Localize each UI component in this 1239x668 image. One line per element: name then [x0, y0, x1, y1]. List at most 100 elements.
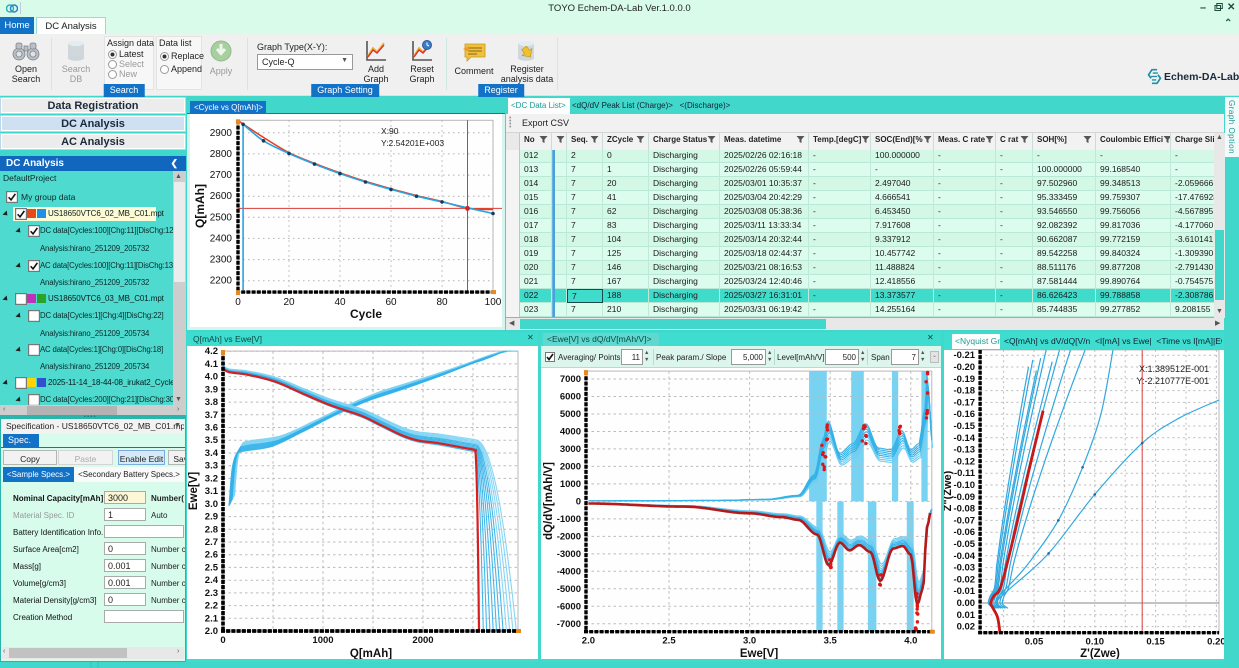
svg-text:0: 0	[235, 297, 241, 308]
svg-text:0.10: 0.10	[1086, 637, 1105, 648]
svg-text:0: 0	[220, 635, 225, 646]
svg-text:-0.06: -0.06	[953, 527, 975, 538]
svg-text:2.2: 2.2	[205, 601, 218, 612]
svg-text:6000: 6000	[560, 392, 581, 403]
svg-text:1000: 1000	[560, 479, 581, 490]
svg-text:4.0: 4.0	[904, 636, 917, 647]
svg-text:2700: 2700	[210, 170, 233, 181]
svg-text:3.9: 3.9	[205, 384, 218, 395]
svg-text:-0.19: -0.19	[953, 374, 975, 385]
svg-text:2.7: 2.7	[205, 537, 218, 548]
svg-text:-0.05: -0.05	[953, 539, 975, 550]
svg-text:-0.09: -0.09	[953, 492, 975, 503]
svg-text:-4000: -4000	[557, 566, 581, 577]
svg-text:-0.08: -0.08	[953, 504, 975, 515]
svg-text:7000: 7000	[560, 374, 581, 385]
svg-text:2.8: 2.8	[205, 524, 218, 535]
svg-text:3.4: 3.4	[205, 448, 219, 459]
svg-text:-1000: -1000	[557, 514, 581, 525]
svg-text:2900: 2900	[210, 128, 233, 139]
svg-text:0.20: 0.20	[1207, 637, 1224, 648]
svg-text:4.1: 4.1	[205, 359, 219, 370]
svg-text:2200: 2200	[210, 276, 233, 287]
svg-text:-0.16: -0.16	[953, 409, 975, 420]
svg-text:2.1: 2.1	[205, 613, 219, 624]
svg-text:Ewe[V]: Ewe[V]	[740, 648, 779, 659]
svg-text:Z"(Zwe): Z"(Zwe)	[944, 470, 954, 511]
svg-text:2.9: 2.9	[205, 512, 218, 523]
svg-text:3.1: 3.1	[205, 486, 219, 497]
svg-text:0.02: 0.02	[957, 622, 976, 633]
svg-text:2800: 2800	[210, 149, 233, 160]
svg-text:2.0: 2.0	[205, 626, 218, 637]
svg-text:-0.01: -0.01	[953, 586, 975, 597]
svg-text:Z'(Zwe): Z'(Zwe)	[1080, 648, 1120, 659]
svg-text:4000: 4000	[560, 427, 581, 438]
svg-text:-0.20: -0.20	[953, 362, 975, 373]
svg-text:2.0: 2.0	[582, 636, 595, 647]
svg-text:3000: 3000	[560, 444, 581, 455]
svg-text:0.01: 0.01	[957, 610, 976, 621]
svg-text:dQ/dV[mAh/V]: dQ/dV[mAh/V]	[543, 462, 555, 540]
svg-text:2.5: 2.5	[662, 636, 676, 647]
svg-text:3.5: 3.5	[824, 636, 838, 647]
svg-text:-0.18: -0.18	[953, 386, 975, 397]
svg-text:1000: 1000	[312, 635, 333, 646]
svg-text:-0.14: -0.14	[953, 433, 975, 444]
svg-text:0: 0	[576, 496, 581, 507]
svg-text:3.5: 3.5	[205, 435, 219, 446]
svg-text:3.7: 3.7	[205, 410, 218, 421]
svg-text:3.0: 3.0	[743, 636, 756, 647]
svg-text:-0.03: -0.03	[953, 563, 975, 574]
svg-text:-2000: -2000	[557, 531, 581, 542]
svg-text:-0.17: -0.17	[953, 397, 975, 408]
svg-text:0.15: 0.15	[1146, 637, 1165, 648]
svg-text:100: 100	[485, 297, 502, 308]
svg-text:-0.11: -0.11	[954, 468, 976, 479]
svg-text:20: 20	[283, 297, 295, 308]
svg-text:-0.02: -0.02	[953, 574, 975, 585]
svg-text:-0.12: -0.12	[953, 456, 975, 467]
svg-text:-0.07: -0.07	[953, 515, 975, 526]
svg-text:2.5: 2.5	[205, 562, 219, 573]
svg-text:-5000: -5000	[557, 584, 581, 595]
svg-text:Q[mAh]: Q[mAh]	[350, 648, 392, 659]
svg-text:X:1.389512E-001: X:1.389512E-001	[1139, 364, 1209, 374]
svg-text:3.8: 3.8	[205, 397, 218, 408]
svg-text:0.05: 0.05	[1025, 637, 1044, 648]
svg-text:3.0: 3.0	[205, 499, 218, 510]
svg-text:Q[mAh]: Q[mAh]	[193, 184, 207, 228]
svg-text:5000: 5000	[560, 409, 581, 420]
svg-text:Ewe[V]: Ewe[V]	[188, 472, 200, 511]
svg-text:60: 60	[385, 297, 397, 308]
svg-text:Cycle: Cycle	[350, 307, 382, 321]
svg-text:Y:-2.210777E-001: Y:-2.210777E-001	[1137, 376, 1210, 386]
svg-text:-0.15: -0.15	[953, 421, 975, 432]
svg-text:2.4: 2.4	[205, 575, 219, 586]
svg-text:-0.21: -0.21	[953, 350, 975, 361]
svg-text:3.6: 3.6	[205, 423, 218, 434]
svg-text:0.00: 0.00	[957, 598, 976, 609]
svg-text:-6000: -6000	[557, 601, 581, 612]
svg-text:2000: 2000	[412, 635, 433, 646]
svg-text:2400: 2400	[210, 233, 233, 244]
svg-text:80: 80	[436, 297, 448, 308]
svg-text:4.2: 4.2	[205, 346, 218, 357]
svg-text:40: 40	[334, 297, 346, 308]
svg-text:3.3: 3.3	[205, 461, 218, 472]
svg-text:2300: 2300	[210, 255, 233, 266]
svg-text:2500: 2500	[210, 212, 233, 223]
svg-text:-7000: -7000	[557, 619, 581, 630]
svg-text:2600: 2600	[210, 191, 233, 202]
svg-text:-0.04: -0.04	[953, 551, 975, 562]
svg-text:Y:2.54201E+003: Y:2.54201E+003	[381, 138, 444, 148]
svg-text:2.3: 2.3	[205, 588, 218, 599]
svg-text:-0.13: -0.13	[953, 445, 975, 456]
svg-text:4.0: 4.0	[205, 372, 218, 383]
svg-text:-0.10: -0.10	[953, 480, 975, 491]
svg-text:2000: 2000	[560, 461, 581, 472]
svg-text:2.6: 2.6	[205, 550, 218, 561]
svg-text:-3000: -3000	[557, 549, 581, 560]
svg-text:X:90: X:90	[381, 126, 399, 136]
svg-text:3.2: 3.2	[205, 473, 218, 484]
